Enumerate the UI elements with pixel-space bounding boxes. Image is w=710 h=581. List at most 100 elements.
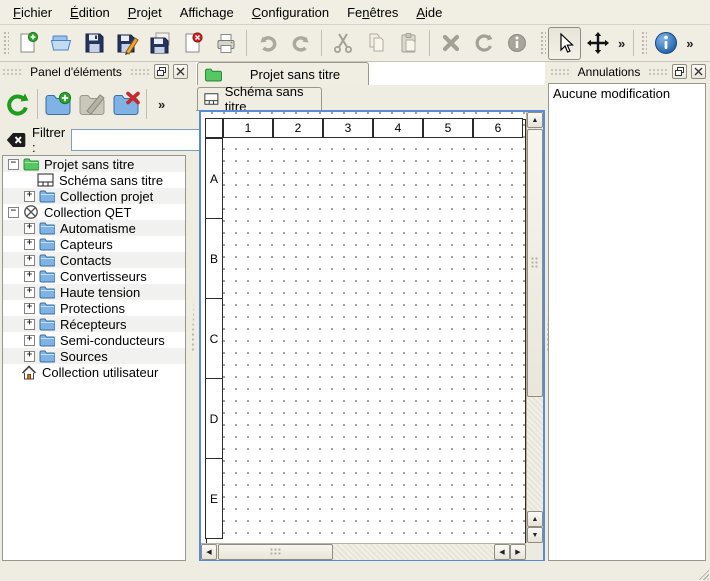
redo-button[interactable] <box>284 27 317 60</box>
save-all-button[interactable] <box>143 27 176 60</box>
scroll-down-button[interactable]: ▼ <box>527 527 543 543</box>
reload-collections-button[interactable] <box>0 87 34 121</box>
menu-fenetres[interactable]: Fenêtres <box>338 2 407 23</box>
clear-filter-button[interactable] <box>6 132 26 148</box>
toolbar-drag-handle[interactable] <box>539 30 546 56</box>
expand-icon[interactable]: + <box>24 255 35 266</box>
schema-icon <box>37 173 54 187</box>
vertical-scrollbar[interactable]: ▲ ▲ ▼ <box>526 112 543 543</box>
tree-item-protections[interactable]: +Protections <box>3 300 185 316</box>
expand-icon[interactable]: + <box>24 239 35 250</box>
delete-button[interactable] <box>434 27 467 60</box>
save-button[interactable] <box>77 27 110 60</box>
expand-icon[interactable]: + <box>24 287 35 298</box>
diagram-corner-cell <box>205 118 223 138</box>
horizontal-scroll-thumb[interactable] <box>218 544 333 560</box>
collapse-icon[interactable]: − <box>8 159 19 170</box>
tree-item-capteurs[interactable]: + Capteurs <box>3 236 185 252</box>
pan-mode-button[interactable] <box>581 27 614 60</box>
toolbar-separator <box>246 30 247 56</box>
menu-fichier[interactable]: Fichier <box>4 2 61 23</box>
tab-schema[interactable]: Schéma sans titre <box>197 87 322 110</box>
print-icon <box>214 31 238 55</box>
close-panel-button[interactable] <box>691 64 706 79</box>
paste-button[interactable] <box>392 27 425 60</box>
folder-new-icon <box>44 91 72 117</box>
menu-edition[interactable]: Édition <box>61 2 119 23</box>
menu-aide[interactable]: Aide <box>407 2 451 23</box>
expand-icon[interactable]: + <box>24 319 35 330</box>
toolbar-drag-handle[interactable] <box>2 30 9 56</box>
diagram-view: 123456ABCDE ▲ ▲ ▼ ◀ ◀ ▶ <box>199 110 545 562</box>
open-project-icon <box>49 31 73 55</box>
menu-projet[interactable]: Projet <box>119 2 171 23</box>
expand-icon[interactable]: + <box>24 271 35 282</box>
vertical-scroll-thumb[interactable] <box>527 129 543 397</box>
close-file-button[interactable] <box>176 27 209 60</box>
undo-list-item[interactable]: Aucune modification <box>553 86 701 101</box>
close-panel-button[interactable] <box>173 64 188 79</box>
undo-button[interactable] <box>251 27 284 60</box>
expand-icon[interactable]: + <box>24 351 35 362</box>
elements-tree[interactable]: −Projet sans titreSchéma sans titre+Coll… <box>2 155 186 561</box>
expand-icon[interactable]: + <box>24 335 35 346</box>
undo-panel-titlebar[interactable]: Annulations <box>548 62 708 81</box>
tree-item-sch-ma-sans-titre[interactable]: Schéma sans titre <box>3 172 185 188</box>
undo-history-list[interactable]: Aucune modification <box>548 83 706 561</box>
tree-item-projet-sans-titre[interactable]: −Projet sans titre <box>3 156 185 172</box>
edit-category-button[interactable] <box>75 87 109 121</box>
save-as-button[interactable] <box>110 27 143 60</box>
tree-item-collection-qet[interactable]: −Collection QET <box>3 204 185 220</box>
toolbar-overflow-button[interactable]: » <box>614 36 629 51</box>
select-mode-button[interactable] <box>548 27 581 60</box>
tree-item-contacts[interactable]: +Contacts <box>3 252 185 268</box>
scroll-left-button-2[interactable]: ◀ <box>494 544 510 560</box>
tree-item-automatisme[interactable]: +Automatisme <box>3 220 185 236</box>
save-icon <box>82 31 106 55</box>
open-project-button[interactable] <box>44 27 77 60</box>
toolbar-overflow-button[interactable]: » <box>682 36 697 51</box>
float-panel-button[interactable] <box>672 64 687 79</box>
collapse-icon[interactable]: − <box>8 207 19 218</box>
elements-panel-titlebar[interactable]: Panel d'éléments <box>0 62 190 81</box>
tree-item-collection-utilisateur[interactable]: Collection utilisateur <box>3 364 185 380</box>
delete-category-button[interactable] <box>109 87 143 121</box>
tree-item-label: Convertisseurs <box>60 269 147 284</box>
tree-item-r-cepteurs[interactable]: +Récepteurs <box>3 316 185 332</box>
expand-icon[interactable]: + <box>24 191 35 202</box>
copy-button[interactable] <box>359 27 392 60</box>
rotate-button[interactable] <box>467 27 500 60</box>
print-button[interactable] <box>209 27 242 60</box>
float-panel-button[interactable] <box>154 64 169 79</box>
cut-button[interactable] <box>326 27 359 60</box>
tree-item-collection-projet[interactable]: +Collection projet <box>3 188 185 204</box>
tree-item-label: Capteurs <box>60 237 113 252</box>
new-file-button[interactable] <box>11 27 44 60</box>
scroll-up-button[interactable]: ▲ <box>527 112 543 128</box>
tree-item-convertisseurs[interactable]: + Convertisseurs <box>3 268 185 284</box>
expand-icon[interactable]: + <box>24 223 35 234</box>
toolbar-separator <box>429 30 430 56</box>
horizontal-scrollbar[interactable]: ◀ ◀ ▶ <box>201 543 526 560</box>
menu-affichage[interactable]: Affichage <box>171 2 243 23</box>
expand-icon[interactable]: + <box>24 303 35 314</box>
scroll-left-button[interactable]: ◀ <box>201 544 217 560</box>
element-info-button[interactable] <box>500 27 533 60</box>
about-button[interactable] <box>649 27 682 60</box>
element-info-icon <box>505 31 529 55</box>
tab-project[interactable]: Projet sans titre <box>197 62 369 85</box>
menu-configuration[interactable]: Configuration <box>243 2 338 23</box>
tree-item-sources[interactable]: +Sources <box>3 348 185 364</box>
scroll-right-button[interactable]: ▶ <box>510 544 526 560</box>
tree-spacer <box>24 176 33 185</box>
info-blue-icon <box>653 30 679 56</box>
tree-item-semi-conducteurs[interactable]: +Semi-conducteurs <box>3 332 185 348</box>
tree-item-haute-tension[interactable]: +Haute tension <box>3 284 185 300</box>
panel-toolbar-overflow-button[interactable]: » <box>158 97 165 112</box>
resize-grip[interactable] <box>696 567 709 580</box>
scroll-up-button-2[interactable]: ▲ <box>527 511 543 527</box>
diagram-canvas[interactable]: 123456ABCDE <box>201 112 526 543</box>
toolbar-drag-handle[interactable] <box>640 30 647 56</box>
new-category-button[interactable] <box>41 87 75 121</box>
diagram-column-header-1: 1 <box>223 118 273 138</box>
